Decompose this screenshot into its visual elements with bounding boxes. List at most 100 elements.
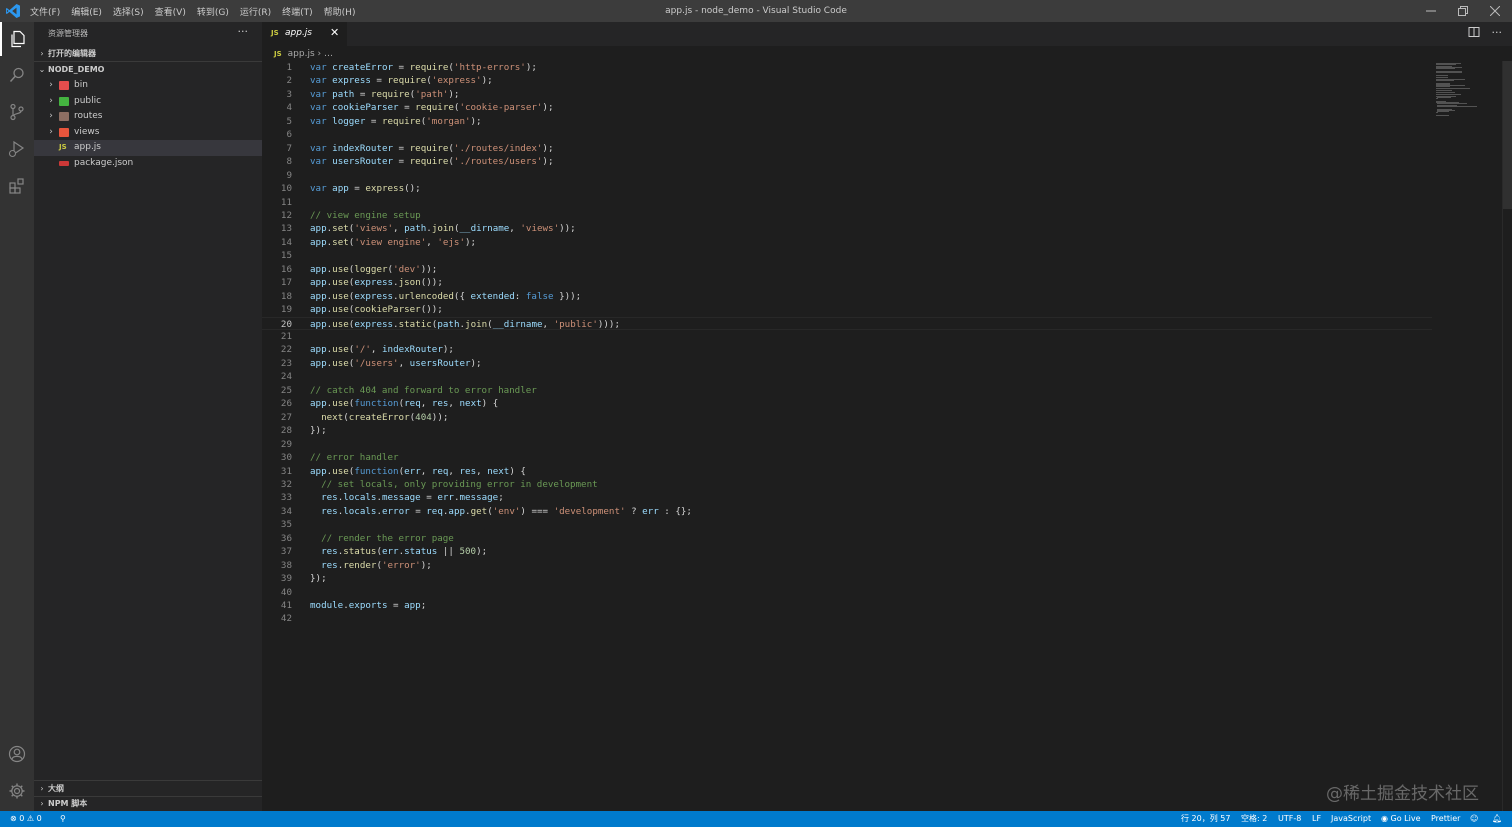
prettier-status[interactable]: Prettier [1431, 811, 1460, 827]
code-line[interactable]: 7 var indexRouter = require('./routes/ind… [262, 142, 1432, 155]
code-line[interactable]: 12 // view engine setup [262, 209, 1432, 222]
code-line[interactable]: 13 app.set('views', path.join(__dirname, … [262, 222, 1432, 235]
tree-item-package-json[interactable]: package.json [34, 156, 262, 172]
code-line[interactable]: 31 app.use(function(err, req, res, next) … [262, 465, 1432, 478]
code-line[interactable]: 36 // render the error page [262, 532, 1432, 545]
search-button[interactable] [0, 58, 34, 92]
code-line[interactable]: 28}); [262, 424, 1432, 437]
code-line[interactable]: 11 [262, 196, 1432, 209]
code-line[interactable]: 27 next(createError(404)); [262, 411, 1432, 424]
indentation[interactable]: 空格: 2 [1241, 811, 1267, 827]
vertical-scrollbar-thumb[interactable] [1503, 61, 1512, 209]
breadcrumb-file[interactable]: app.js [288, 49, 315, 59]
code-line[interactable]: 35 [262, 518, 1432, 531]
restore-button[interactable] [1446, 0, 1480, 22]
tree-item-app-js[interactable]: JS app.js [34, 140, 262, 156]
code-line[interactable]: 37 res.status(err.status || 500); [262, 545, 1432, 558]
menu-help[interactable]: 帮助(H) [324, 5, 356, 18]
code-line[interactable]: 29 [262, 438, 1432, 451]
minimap[interactable] [1432, 61, 1502, 121]
code-line[interactable]: 33 res.locals.message = err.message; [262, 491, 1432, 504]
tree-item-public[interactable]: › public [34, 94, 262, 110]
menu-file[interactable]: 文件(F) [30, 5, 60, 18]
npm-scripts-section[interactable]: › NPM 脚本 [34, 796, 262, 812]
code-line[interactable]: 8 var usersRouter = require('./routes/use… [262, 155, 1432, 168]
code-editor[interactable]: 1 var createError = require('http-errors'… [262, 61, 1432, 811]
menu-view[interactable]: 查看(V) [155, 5, 186, 18]
accounts-button[interactable] [0, 737, 34, 771]
manage-button[interactable] [0, 774, 34, 808]
code-line[interactable]: 1 var createError = require('http-errors'… [262, 61, 1432, 74]
close-tab-icon[interactable]: ✕ [330, 26, 339, 39]
line-number: 5 [286, 115, 292, 127]
outline-section[interactable]: › 大纲 [34, 781, 262, 797]
language-mode[interactable]: JavaScript [1331, 811, 1371, 827]
tree-item-bin[interactable]: › bin [34, 78, 262, 94]
line-number: 15 [280, 250, 292, 262]
code-line[interactable]: 15 [262, 249, 1432, 262]
folder-section-node-demo[interactable]: ⌄ NODE_DEMO [34, 62, 262, 78]
end-of-line[interactable]: LF [1312, 811, 1321, 827]
code-line[interactable]: 14 app.set('view engine', 'ejs'); [262, 236, 1432, 249]
more-actions-icon[interactable]: ··· [1492, 26, 1503, 39]
minimap-line [1436, 79, 1454, 81]
menu-run[interactable]: 运行(R) [240, 5, 271, 18]
source-control-button[interactable] [0, 95, 34, 129]
code-line[interactable]: 40 [262, 586, 1432, 599]
menu-edit[interactable]: 编辑(E) [71, 5, 102, 18]
code-line[interactable]: 2 var express = require('express'); [262, 74, 1432, 87]
code-line[interactable]: 18 app.use(express.urlencoded({ extended:… [262, 290, 1432, 303]
menu-terminal[interactable]: 终端(T) [282, 5, 313, 18]
close-icon [1490, 6, 1500, 16]
code-text: app.use('/users', usersRouter); [310, 357, 482, 369]
code-line[interactable]: 23 app.use('/users', usersRouter); [262, 357, 1432, 370]
code-text: }); [310, 573, 327, 585]
tab-app-js[interactable]: JS app.js ✕ [262, 22, 347, 46]
explorer-more-actions[interactable]: ··· [238, 25, 249, 38]
bell-icon[interactable]: 🔔︎ [1492, 811, 1502, 827]
code-line[interactable]: 25 // catch 404 and forward to error hand… [262, 384, 1432, 397]
live-share-icon[interactable]: ⚲ [60, 811, 66, 827]
code-line[interactable]: 20 app.use(express.static(path.join(__dir… [262, 316, 1432, 330]
code-line[interactable]: 30 // error handler [262, 451, 1432, 464]
menu-selection[interactable]: 选择(S) [113, 5, 144, 18]
code-line[interactable]: 38 res.render('error'); [262, 559, 1432, 572]
encoding[interactable]: UTF-8 [1278, 811, 1301, 827]
feedback-icon[interactable]: ☺ [1470, 811, 1478, 827]
code-line[interactable]: 16 app.use(logger('dev')); [262, 263, 1432, 276]
tree-item-routes[interactable]: › routes [34, 109, 262, 125]
problems-indicator[interactable]: ⊗ 0 ⚠ 0 [10, 811, 42, 827]
cursor-position[interactable]: 行 20，列 57 [1181, 811, 1230, 827]
code-line[interactable]: 32 // set locals, only providing error i… [262, 478, 1432, 491]
minimize-button[interactable] [1414, 0, 1448, 22]
code-line[interactable]: 3 var path = require('path'); [262, 88, 1432, 101]
tree-item-views[interactable]: › views [34, 125, 262, 141]
code-text: app.use(express.urlencoded({ extended: f… [310, 290, 582, 302]
code-line[interactable]: 26 app.use(function(req, res, next) { [262, 397, 1432, 410]
code-line[interactable]: 41 module.exports = app; [262, 599, 1432, 612]
close-window-button[interactable] [1478, 0, 1512, 22]
code-line[interactable]: 21 [262, 330, 1432, 343]
run-debug-button[interactable] [0, 132, 34, 166]
extensions-button[interactable] [0, 169, 34, 203]
code-line[interactable]: 4 var cookieParser = require('cookie-pars… [262, 101, 1432, 114]
code-line[interactable]: 22 app.use('/', indexRouter); [262, 343, 1432, 356]
code-text: res.locals.error = req.app.get('env') ==… [321, 505, 692, 517]
code-line[interactable]: 19 app.use(cookieParser()); [262, 303, 1432, 316]
code-line[interactable]: 10 var app = express(); [262, 182, 1432, 195]
code-line[interactable]: 9 [262, 169, 1432, 182]
open-editors-section[interactable]: › 打开的编辑器 [34, 46, 262, 62]
code-line[interactable]: 39}); [262, 572, 1432, 585]
menu-go[interactable]: 转到(G) [197, 5, 229, 18]
code-line[interactable]: 42 [262, 612, 1432, 625]
explorer-button[interactable] [0, 22, 34, 56]
code-line[interactable]: 17 app.use(express.json()); [262, 276, 1432, 289]
go-live-button[interactable]: ◉ Go Live [1381, 811, 1421, 827]
code-line[interactable]: 24 [262, 370, 1432, 383]
split-editor-icon[interactable] [1468, 26, 1480, 38]
code-line[interactable]: 6 [262, 128, 1432, 141]
code-line[interactable]: 5 var logger = require('morgan'); [262, 115, 1432, 128]
code-line[interactable]: 34 res.locals.error = req.app.get('env')… [262, 505, 1432, 518]
outline-label: 大纲 [48, 784, 64, 793]
breadcrumb-symbols[interactable]: … [324, 49, 333, 59]
